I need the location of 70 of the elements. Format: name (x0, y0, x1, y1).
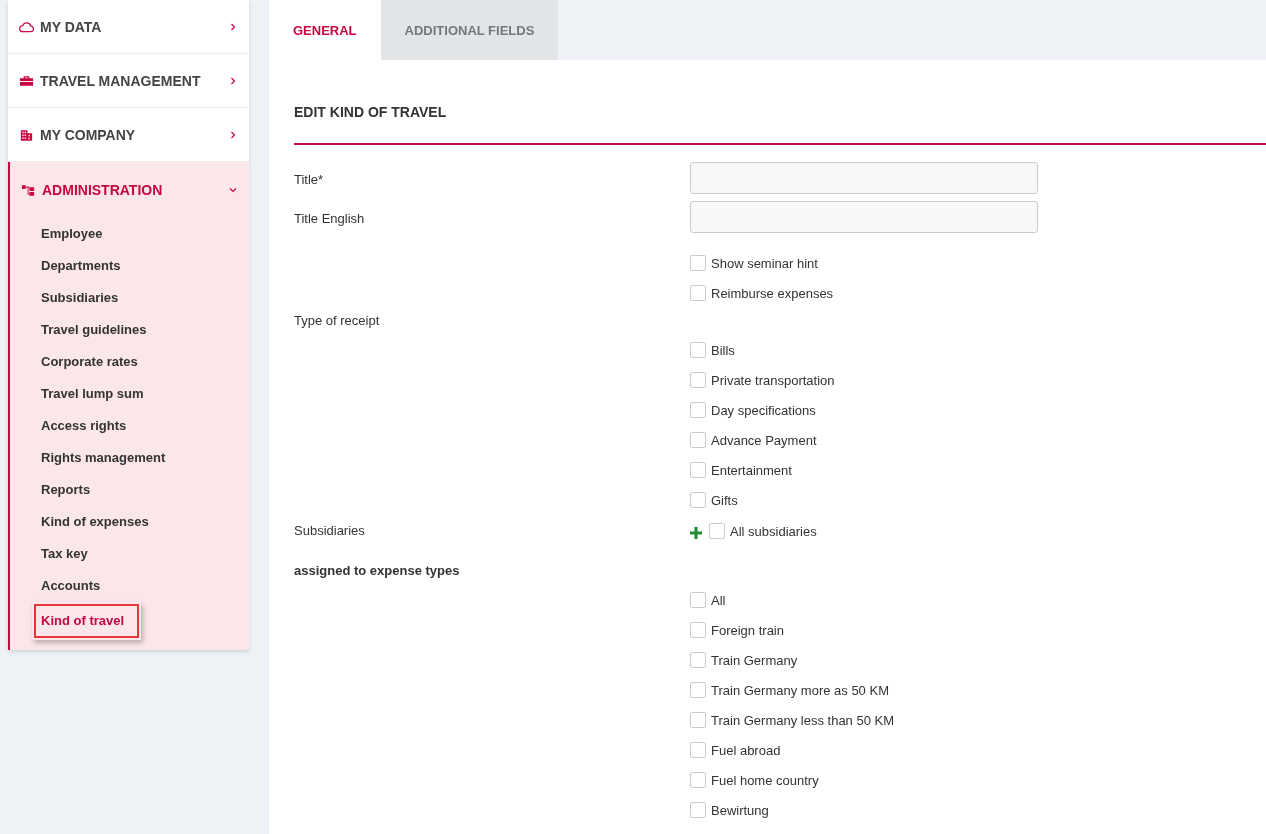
checkbox-label: Day specifications (711, 402, 816, 418)
checkbox[interactable] (690, 372, 706, 388)
section-label: assigned to expense types (294, 563, 461, 578)
text-input-field[interactable] (690, 162, 1038, 194)
checkbox[interactable] (690, 802, 706, 818)
checkbox[interactable] (690, 622, 706, 638)
checkbox-label: Advance Payment (711, 432, 817, 448)
cloud-icon (19, 20, 34, 33)
hierarchy-icon (21, 184, 36, 196)
checkbox[interactable] (690, 285, 706, 301)
nav-subitem[interactable]: Rights management (10, 442, 249, 474)
checkbox-label: Train Germany less than 50 KM (711, 712, 895, 728)
nav-subitem[interactable]: Travel lump sum (10, 378, 249, 410)
nav-subitem[interactable]: Accounts (10, 570, 249, 602)
chevron-right-icon (229, 130, 237, 139)
checkbox[interactable] (690, 342, 706, 358)
form-title: EDIT KIND OF TRAVEL (294, 104, 448, 120)
checkbox[interactable] (690, 462, 706, 478)
nav-subitem[interactable]: Departments (10, 250, 249, 282)
checkbox-label: Entertainment (711, 462, 792, 478)
checkbox[interactable] (690, 652, 706, 668)
nav-subitem[interactable]: Access rights (10, 410, 249, 442)
nav-subitem[interactable]: Tax key (10, 538, 249, 570)
checkbox-label: Train Germany (711, 652, 798, 668)
checkbox-label: Foreign train (711, 622, 784, 638)
building-icon (19, 128, 34, 141)
checkbox-label: Reimburse expenses (711, 285, 834, 301)
checkbox[interactable] (690, 255, 706, 271)
text-input-field[interactable] (690, 201, 1038, 233)
checkbox-label: Fuel home country (711, 772, 819, 788)
checkbox[interactable] (690, 432, 706, 448)
tab[interactable]: ADDITIONAL FIELDS (380, 0, 559, 60)
chevron-down-icon (229, 186, 237, 194)
checkbox[interactable] (690, 742, 706, 758)
nav-subitem[interactable]: Subsidiaries (10, 282, 249, 314)
checkbox[interactable] (690, 682, 706, 698)
field-label: Title English (294, 210, 366, 226)
checkbox[interactable] (690, 712, 706, 728)
nav-subitem[interactable]: Employee (10, 218, 249, 250)
checkbox-label: Private transportation (711, 372, 835, 388)
nav-subitem[interactable]: Kind of travel (32, 602, 141, 640)
nav-item[interactable]: MY COMPANY (8, 108, 249, 161)
nav-item[interactable]: MY DATA (8, 0, 249, 53)
nav-subitem[interactable]: Corporate rates (10, 346, 249, 378)
checkbox-label: Fuel abroad (711, 742, 781, 758)
checkbox[interactable] (709, 523, 725, 539)
briefcase-icon (19, 74, 34, 87)
checkbox-label: Train Germany more as 50 KM (711, 682, 889, 698)
plus-icon[interactable] (690, 527, 702, 539)
section-label: Type of receipt (294, 313, 381, 328)
nav-subitem[interactable]: Travel guidelines (10, 314, 249, 346)
checkbox-label: Bills (711, 342, 735, 358)
checkbox[interactable] (690, 772, 706, 788)
checkbox-label: Bewirtung (711, 802, 769, 818)
chevron-right-icon (229, 22, 237, 31)
field-label: Subsidiaries (294, 523, 366, 538)
nav-subitem[interactable]: Kind of expenses (10, 506, 249, 538)
field-label: Title* (294, 171, 325, 187)
checkbox[interactable] (690, 402, 706, 418)
nav-subitem[interactable]: Reports (10, 474, 249, 506)
checkbox[interactable] (690, 492, 706, 508)
checkbox-label: All subsidiaries (730, 523, 817, 539)
chevron-right-icon (229, 76, 237, 85)
tab[interactable]: GENERAL (269, 0, 381, 60)
checkbox-label: Show seminar hint (711, 255, 818, 271)
nav-item[interactable]: TRAVEL MANAGEMENT (8, 54, 249, 107)
checkbox[interactable] (690, 592, 706, 608)
nav-item[interactable]: ADMINISTRATION (10, 162, 249, 218)
checkbox-label: All (711, 592, 726, 608)
checkbox-label: Gifts (711, 492, 738, 508)
